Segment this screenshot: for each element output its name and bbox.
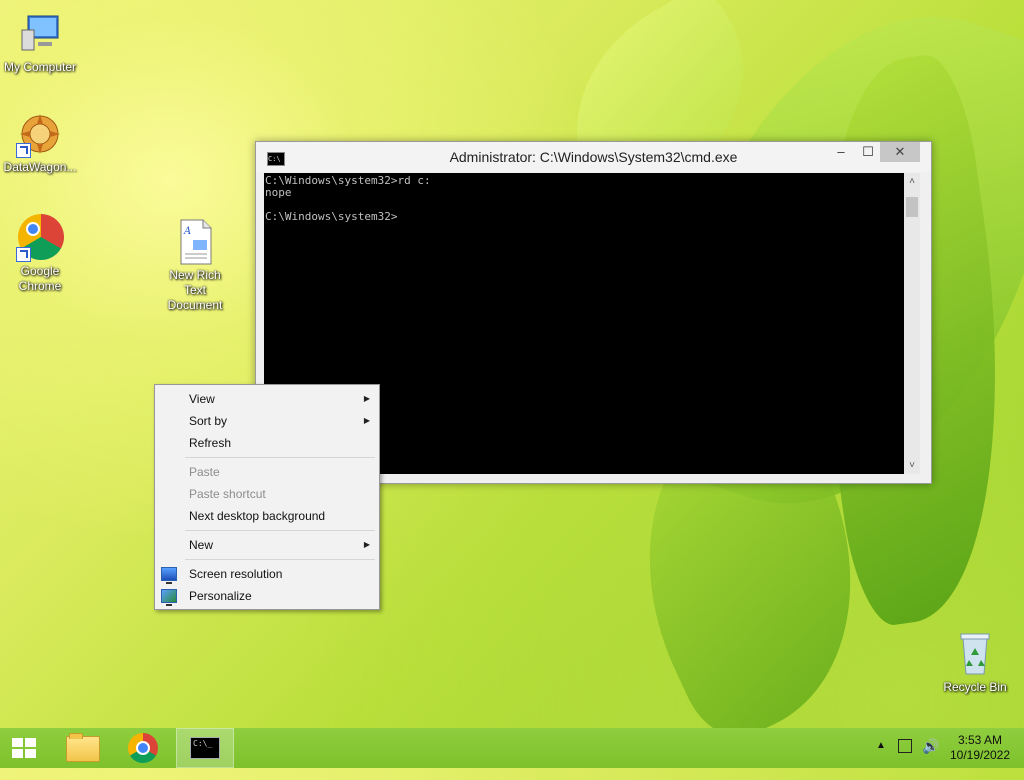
- menu-item-new[interactable]: New ▶: [155, 534, 379, 556]
- menu-item-label: View: [189, 392, 215, 406]
- menu-item-refresh[interactable]: Refresh: [155, 432, 379, 454]
- desktop-context-menu: View ▶ Sort by ▶ Refresh Paste Paste sho…: [154, 384, 380, 610]
- monitor-icon: [161, 567, 177, 584]
- desktop-icon-label: My Computer: [3, 60, 77, 74]
- menu-item-label: New: [189, 538, 214, 552]
- svg-text:A: A: [183, 226, 191, 237]
- clock-date: 10/19/2022: [949, 748, 1011, 762]
- chrome-icon: [128, 733, 158, 763]
- document-icon: A: [171, 218, 219, 266]
- shortcut-arrow-icon: [16, 247, 31, 262]
- console-line: C:\Windows\system32>rd c:: [265, 174, 431, 187]
- taskbar: C:\_ ▲ 🔊 3:53 AM 10/19/2022: [0, 728, 1024, 768]
- menu-item-label: Paste shortcut: [189, 487, 266, 501]
- taskbar-chrome[interactable]: [116, 728, 170, 768]
- menu-item-label: Sort by: [189, 414, 228, 428]
- menu-item-label: Refresh: [189, 436, 232, 450]
- volume-icon[interactable]: 🔊: [922, 738, 939, 778]
- desktop-icon-datawagon[interactable]: DataWagon...: [0, 110, 80, 175]
- recycle-bin-icon: [951, 630, 999, 678]
- menu-item-label: Personalize: [189, 589, 252, 603]
- vertical-scrollbar[interactable]: ˄ ˅: [904, 173, 920, 474]
- chrome-icon: [16, 214, 64, 262]
- desktop-icon-label: Google Chrome: [18, 264, 62, 293]
- desktop-icon-recycle-bin[interactable]: Recycle Bin: [935, 630, 1015, 695]
- close-button[interactable]: ✕: [880, 142, 920, 162]
- submenu-arrow-icon: ▶: [363, 416, 370, 425]
- menu-item-next-desktop-background[interactable]: Next desktop background: [155, 505, 379, 527]
- submenu-arrow-icon: ▶: [363, 394, 370, 403]
- show-hidden-icons-button[interactable]: ▲: [876, 740, 886, 780]
- menu-item-label: Screen resolution: [189, 567, 283, 581]
- shortcut-arrow-icon: [16, 143, 31, 158]
- menu-item-label: Next desktop background: [189, 509, 326, 523]
- scroll-up-arrow-icon[interactable]: ˄: [904, 173, 920, 190]
- menu-separator: [185, 530, 375, 531]
- menu-item-personalize[interactable]: Personalize: [155, 585, 379, 607]
- clock-time: 3:53 AM: [957, 733, 1003, 747]
- desktop-icon-label: DataWagon...: [3, 160, 77, 174]
- menu-item-screen-resolution[interactable]: Screen resolution: [155, 563, 379, 585]
- desktop-icon-label: Recycle Bin: [943, 680, 1007, 694]
- menu-separator: [185, 457, 375, 458]
- menu-item-view[interactable]: View ▶: [155, 388, 379, 410]
- personalize-icon: [161, 589, 177, 606]
- start-button[interactable]: [0, 728, 48, 768]
- clock[interactable]: 3:53 AM 10/19/2022: [948, 733, 1012, 773]
- desktop-icon-label: New Rich Text Document: [167, 268, 223, 312]
- taskbar-file-explorer[interactable]: [56, 728, 110, 768]
- menu-item-sort-by[interactable]: Sort by ▶: [155, 410, 379, 432]
- desktop-icon-my-computer[interactable]: My Computer: [0, 10, 80, 75]
- folder-icon: [66, 733, 100, 762]
- windows-logo-icon: [12, 738, 36, 758]
- cmd-icon: C:\_: [190, 737, 220, 759]
- console-line: nope: [265, 186, 292, 199]
- datawagon-icon: [16, 110, 64, 158]
- computer-icon: [16, 10, 64, 58]
- minimize-button[interactable]: –: [826, 142, 856, 162]
- menu-item-paste-shortcut: Paste shortcut: [155, 483, 379, 505]
- scroll-down-arrow-icon[interactable]: ˅: [904, 457, 920, 474]
- submenu-arrow-icon: ▶: [363, 540, 370, 549]
- scroll-thumb[interactable]: [906, 197, 918, 217]
- cmd-titlebar[interactable]: C:\ Administrator: C:\Windows\System32\c…: [256, 142, 931, 172]
- menu-separator: [185, 559, 375, 560]
- console-line: C:\Windows\system32>: [265, 210, 398, 223]
- desktop-icon-new-rich-text-document[interactable]: A New Rich Text Document: [155, 218, 235, 313]
- desktop-icon-google-chrome[interactable]: Google Chrome: [0, 214, 80, 294]
- taskbar-cmd[interactable]: C:\_: [176, 728, 234, 768]
- menu-item-label: Paste: [189, 465, 220, 479]
- network-icon[interactable]: [898, 739, 912, 753]
- maximize-button[interactable]: ☐: [853, 142, 883, 162]
- menu-item-paste: Paste: [155, 461, 379, 483]
